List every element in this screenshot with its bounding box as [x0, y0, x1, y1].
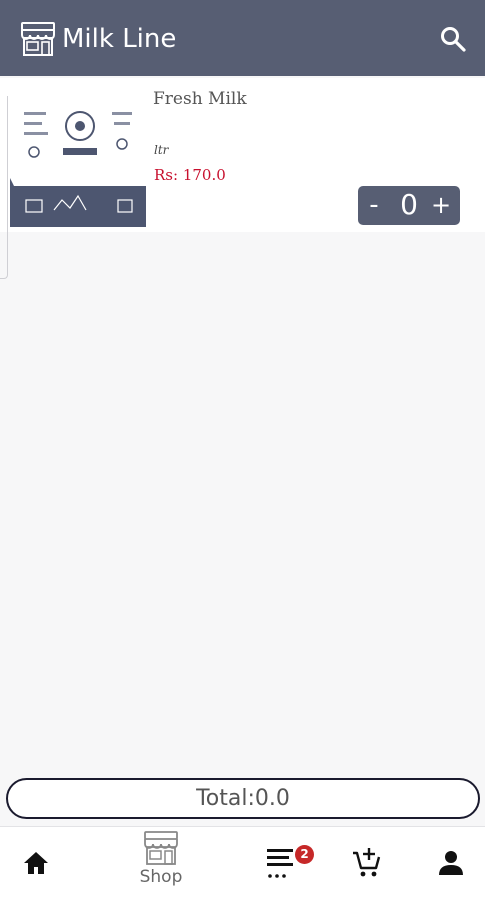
nav-shop[interactable]: Shop: [132, 831, 190, 897]
total-amount: Total:0.0: [6, 778, 480, 819]
product-unit: ltr: [154, 143, 169, 157]
app-title: Milk Line: [62, 24, 177, 54]
increase-quantity-button[interactable]: +: [430, 190, 452, 220]
quantity-value: 0: [400, 188, 418, 221]
store-icon: [144, 831, 178, 865]
nav-shop-label: Shop: [139, 867, 183, 887]
search-icon[interactable]: [440, 26, 466, 52]
nav-orders[interactable]: 2: [264, 843, 316, 883]
bottom-navigation: Shop 2: [0, 826, 485, 900]
person-icon[interactable]: [438, 849, 464, 877]
product-price: Rs: 170.0: [154, 166, 226, 184]
add-to-cart-icon[interactable]: [352, 847, 382, 879]
app-bar: Milk Line: [0, 0, 485, 76]
orders-badge: 2: [295, 845, 314, 864]
product-name: Fresh Milk: [153, 89, 247, 109]
quantity-stepper: - 0 +: [358, 186, 460, 225]
store-icon: [21, 22, 55, 56]
decrease-quantity-button[interactable]: -: [366, 190, 382, 220]
home-icon[interactable]: [22, 849, 50, 877]
product-image[interactable]: [10, 82, 146, 227]
card-edge-divider: [0, 96, 8, 279]
